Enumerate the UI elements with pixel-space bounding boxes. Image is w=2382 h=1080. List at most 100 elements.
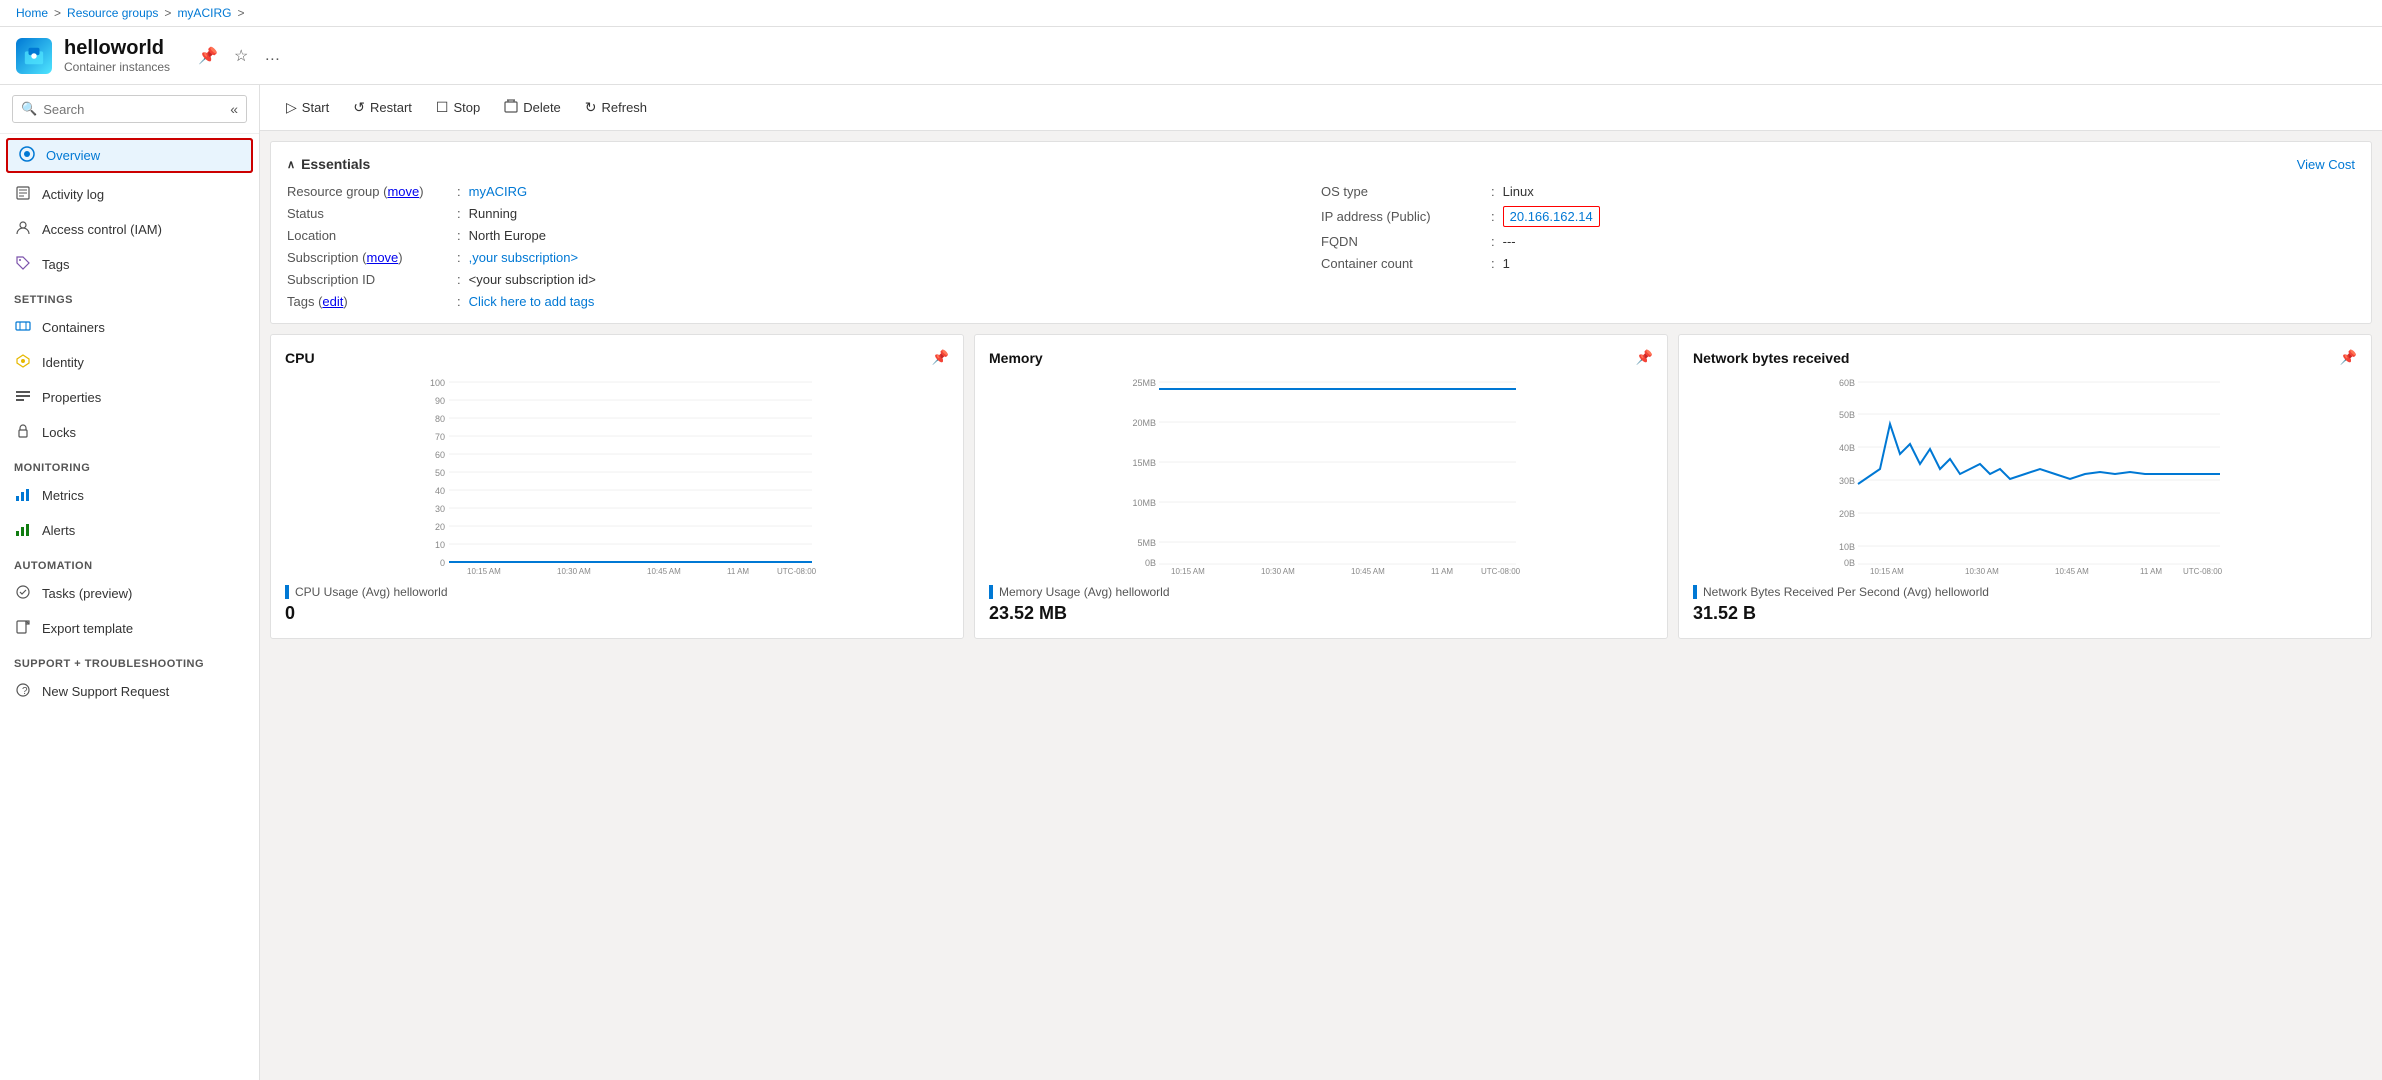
svg-text:5MB: 5MB bbox=[1137, 538, 1156, 548]
start-button[interactable]: ▷ Start bbox=[276, 93, 339, 122]
properties-icon bbox=[14, 388, 32, 407]
sidebar-item-identity[interactable]: Identity bbox=[0, 345, 259, 380]
sidebar-item-tags[interactable]: Tags bbox=[0, 247, 259, 282]
delete-button[interactable]: Delete bbox=[494, 93, 571, 122]
metrics-icon bbox=[14, 486, 32, 505]
search-icon: 🔍 bbox=[21, 101, 37, 117]
network-chart-card: Network bytes received 📌 60B 50B 40B 30B… bbox=[1678, 334, 2372, 639]
svg-text:?: ? bbox=[22, 686, 28, 697]
essentials-section: ∧ Essentials View Cost Resource group (m… bbox=[270, 141, 2372, 324]
essentials-key-location: Location bbox=[287, 228, 457, 243]
essentials-row-ip: IP address (Public) : 20.166.162.14 bbox=[1321, 206, 2355, 227]
sidebar-item-activity-log[interactable]: Activity log bbox=[0, 177, 259, 212]
settings-section-header: Settings bbox=[0, 282, 259, 310]
breadcrumb-home[interactable]: Home bbox=[16, 6, 48, 20]
svg-text:10:45 AM: 10:45 AM bbox=[2055, 567, 2089, 574]
essentials-row-location: Location : North Europe bbox=[287, 228, 1321, 243]
network-chart-legend: Network Bytes Received Per Second (Avg) … bbox=[1693, 585, 2357, 599]
identity-icon bbox=[14, 353, 32, 372]
restart-label: Restart bbox=[370, 100, 412, 115]
sidebar-overview-label: Overview bbox=[46, 148, 100, 163]
sidebar-item-new-support[interactable]: ? New Support Request bbox=[0, 674, 259, 709]
sidebar-metrics-label: Metrics bbox=[42, 488, 84, 503]
move-sub-link[interactable]: move bbox=[366, 250, 398, 265]
essentials-header: ∧ Essentials View Cost bbox=[287, 156, 2355, 172]
sidebar-item-properties[interactable]: Properties bbox=[0, 380, 259, 415]
refresh-button[interactable]: ↻ Refresh bbox=[575, 93, 657, 122]
cpu-chart-area: 100 90 80 70 60 50 40 30 20 10 0 bbox=[285, 374, 949, 577]
sidebar-item-locks[interactable]: Locks bbox=[0, 415, 259, 450]
cpu-chart-value: 0 bbox=[285, 603, 949, 624]
svg-text:UTC-08:00: UTC-08:00 bbox=[2183, 567, 2223, 574]
refresh-icon: ↻ bbox=[585, 99, 597, 116]
activity-log-icon bbox=[14, 185, 32, 204]
sidebar-tasks-label: Tasks (preview) bbox=[42, 586, 132, 601]
network-pin-icon[interactable]: 📌 bbox=[2340, 349, 2357, 366]
essentials-val-sub-id: <your subscription id> bbox=[469, 272, 596, 287]
essentials-row-fqdn: FQDN : --- bbox=[1321, 234, 2355, 249]
essentials-row-subscription: Subscription (move) : ,your subscription… bbox=[287, 250, 1321, 265]
sub-value-link[interactable]: ,your subscription> bbox=[469, 250, 578, 265]
cpu-pin-icon[interactable]: 📌 bbox=[932, 349, 949, 366]
memory-chart-footer: Memory Usage (Avg) helloworld 23.52 MB bbox=[989, 585, 1653, 624]
app-title-block: helloworld Container instances bbox=[64, 37, 170, 74]
essentials-chevron[interactable]: ∧ bbox=[287, 158, 295, 171]
svg-text:0B: 0B bbox=[1145, 558, 1156, 568]
charts-container: CPU 📌 100 90 80 70 60 50 40 30 20 bbox=[270, 334, 2372, 639]
essentials-row-status: Status : Running bbox=[287, 206, 1321, 221]
view-cost-link[interactable]: View Cost bbox=[2297, 157, 2355, 172]
header-actions: 📌 ☆ … bbox=[194, 42, 284, 70]
svg-text:60B: 60B bbox=[1839, 378, 1855, 388]
essentials-key-container-count: Container count bbox=[1321, 256, 1491, 271]
restart-button[interactable]: ↺ Restart bbox=[343, 93, 422, 122]
essentials-title-text: Essentials bbox=[301, 156, 370, 172]
search-input[interactable] bbox=[43, 102, 224, 117]
breadcrumb-sep-3: > bbox=[237, 6, 244, 20]
network-chart-header: Network bytes received 📌 bbox=[1693, 349, 2357, 366]
svg-text:10B: 10B bbox=[1839, 542, 1855, 552]
essentials-row-rg: Resource group (move) : myACIRG bbox=[287, 184, 1321, 199]
rg-value-link[interactable]: myACIRG bbox=[469, 184, 528, 199]
breadcrumb-resource-groups[interactable]: Resource groups bbox=[67, 6, 158, 20]
favorite-button[interactable]: ☆ bbox=[230, 42, 252, 70]
automation-section-header: Automation bbox=[0, 548, 259, 576]
network-chart-title: Network bytes received bbox=[1693, 350, 1849, 366]
move-rg-link[interactable]: move bbox=[387, 184, 419, 199]
pin-button[interactable]: 📌 bbox=[194, 42, 222, 70]
search-box[interactable]: 🔍 « bbox=[12, 95, 247, 123]
sidebar-item-export-template[interactable]: Export template bbox=[0, 611, 259, 646]
collapse-icon[interactable]: « bbox=[230, 101, 238, 117]
sidebar-item-overview[interactable]: Overview bbox=[6, 138, 253, 173]
app-header: helloworld Container instances 📌 ☆ … bbox=[0, 27, 2382, 85]
memory-pin-icon[interactable]: 📌 bbox=[1636, 349, 1653, 366]
sidebar-item-containers[interactable]: Containers bbox=[0, 310, 259, 345]
svg-text:60: 60 bbox=[435, 450, 445, 460]
essentials-val-tags: Click here to add tags bbox=[469, 294, 595, 309]
sidebar-item-tasks[interactable]: Tasks (preview) bbox=[0, 576, 259, 611]
sidebar-item-access-control[interactable]: Access control (IAM) bbox=[0, 212, 259, 247]
monitoring-section-header: Monitoring bbox=[0, 450, 259, 478]
svg-text:80: 80 bbox=[435, 414, 445, 424]
edit-tags-link[interactable]: edit bbox=[322, 294, 343, 309]
breadcrumb-myacirg[interactable]: myACIRG bbox=[177, 6, 231, 20]
sidebar-containers-label: Containers bbox=[42, 320, 105, 335]
svg-text:70: 70 bbox=[435, 432, 445, 442]
svg-text:30B: 30B bbox=[1839, 476, 1855, 486]
sidebar-item-metrics[interactable]: Metrics bbox=[0, 478, 259, 513]
app-title: helloworld bbox=[64, 37, 170, 60]
delete-label: Delete bbox=[523, 100, 561, 115]
svg-text:UTC-08:00: UTC-08:00 bbox=[1481, 567, 1521, 574]
sidebar-alerts-label: Alerts bbox=[42, 523, 75, 538]
stop-button[interactable]: ☐ Stop bbox=[426, 93, 490, 122]
sidebar-properties-label: Properties bbox=[42, 390, 101, 405]
app-subtitle: Container instances bbox=[64, 60, 170, 74]
sidebar-search-container: 🔍 « bbox=[0, 85, 259, 134]
start-label: Start bbox=[302, 100, 329, 115]
memory-chart-value: 23.52 MB bbox=[989, 603, 1653, 624]
sidebar-item-alerts[interactable]: Alerts bbox=[0, 513, 259, 548]
memory-chart-legend: Memory Usage (Avg) helloworld bbox=[989, 585, 1653, 599]
add-tags-link[interactable]: Click here to add tags bbox=[469, 294, 595, 309]
svg-text:40: 40 bbox=[435, 486, 445, 496]
more-button[interactable]: … bbox=[260, 42, 284, 70]
sidebar-identity-label: Identity bbox=[42, 355, 84, 370]
